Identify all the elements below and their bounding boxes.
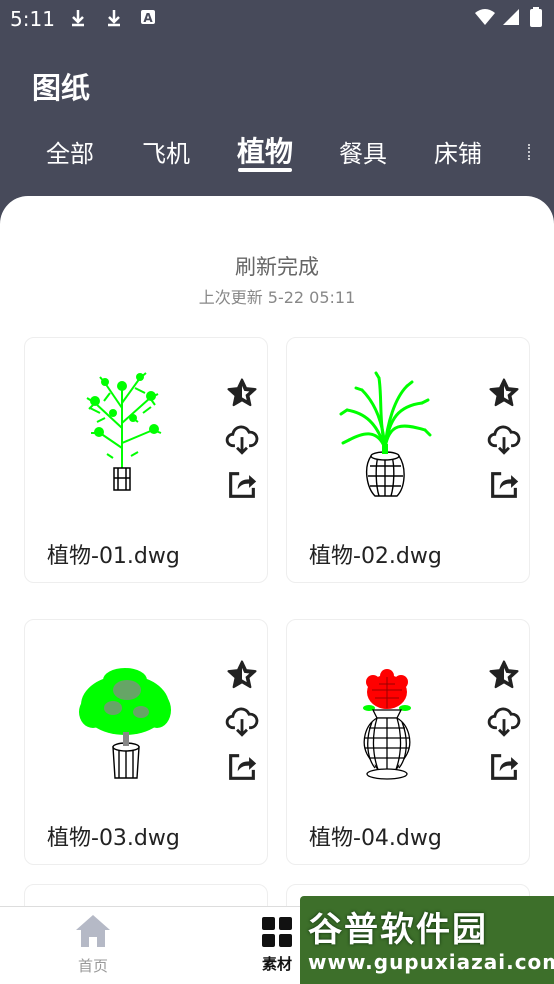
cloud-download-icon[interactable] (487, 423, 521, 457)
watermark-url: www.gupuxiazai.com (308, 950, 554, 974)
share-icon[interactable] (225, 750, 259, 784)
star-icon[interactable] (225, 376, 259, 410)
battery-icon (530, 7, 542, 32)
star-icon[interactable] (487, 376, 521, 410)
content-sheet: 刷新完成 上次更新 5-22 05:11 植物-01.dwg 植物-02.dwg… (0, 196, 554, 908)
wifi-icon (474, 8, 496, 31)
plant-03-thumbnail (79, 668, 171, 779)
nav-materials-label: 素材 (261, 955, 292, 973)
cloud-download-icon[interactable] (487, 705, 521, 739)
tab-tableware[interactable]: 餐具 (339, 134, 387, 169)
watermark-title: 谷普软件园 (308, 910, 488, 950)
active-tab-indicator (238, 168, 292, 172)
star-icon[interactable] (225, 658, 259, 692)
cloud-download-icon[interactable] (225, 705, 259, 739)
status-bar: 5:11 A (0, 0, 554, 38)
tab-airplane[interactable]: 飞机 (142, 134, 190, 169)
cloud-download-icon[interactable] (225, 423, 259, 457)
drawing-card[interactable] (24, 884, 268, 908)
card-filename: 植物-02.dwg (309, 544, 442, 569)
drawing-card[interactable]: 植物-02.dwg (286, 337, 530, 583)
watermark-logo: 谷普软件园 www.gupuxiazai.com (300, 896, 554, 984)
refresh-status: 刷新完成 (235, 255, 319, 279)
plant-01-thumbnail (86, 372, 162, 491)
last-update-text: 上次更新 5-22 05:11 (198, 288, 356, 307)
nav-home[interactable]: 首页 (66, 913, 120, 976)
share-icon[interactable] (225, 468, 259, 502)
drawing-card[interactable]: 植物-03.dwg (24, 619, 268, 865)
signal-icon (502, 8, 520, 31)
plant-02-thumbnail (339, 371, 432, 497)
drawing-card[interactable]: 植物-04.dwg (286, 619, 530, 865)
nav-materials[interactable]: 素材 (250, 915, 304, 974)
tab-bed[interactable]: 床铺 (434, 134, 482, 169)
card-filename: 植物-01.dwg (47, 544, 180, 569)
tab-all[interactable]: 全部 (46, 134, 94, 169)
header: 图纸 全部 飞机 植物 餐具 床铺 (0, 38, 554, 208)
grid-icon (262, 917, 292, 947)
share-icon[interactable] (487, 750, 521, 784)
card-filename: 植物-04.dwg (309, 826, 442, 851)
status-time: 5:11 (10, 7, 55, 31)
svg-text:A: A (143, 11, 153, 25)
a-icon: A (140, 9, 156, 30)
card-filename: 植物-03.dwg (47, 826, 180, 851)
star-icon[interactable] (487, 658, 521, 692)
share-icon[interactable] (487, 468, 521, 502)
home-icon (76, 915, 110, 947)
tab-overflow-hint (528, 144, 534, 160)
download-icon (70, 9, 86, 32)
tab-plants[interactable]: 植物 (237, 130, 293, 170)
plant-04-thumbnail (363, 669, 411, 780)
download-icon (106, 9, 122, 32)
nav-home-label: 首页 (77, 957, 108, 975)
category-tabs: 全部 飞机 植物 餐具 床铺 (0, 130, 554, 180)
page-title: 图纸 (32, 71, 91, 105)
drawing-card[interactable]: 植物-01.dwg (24, 337, 268, 583)
